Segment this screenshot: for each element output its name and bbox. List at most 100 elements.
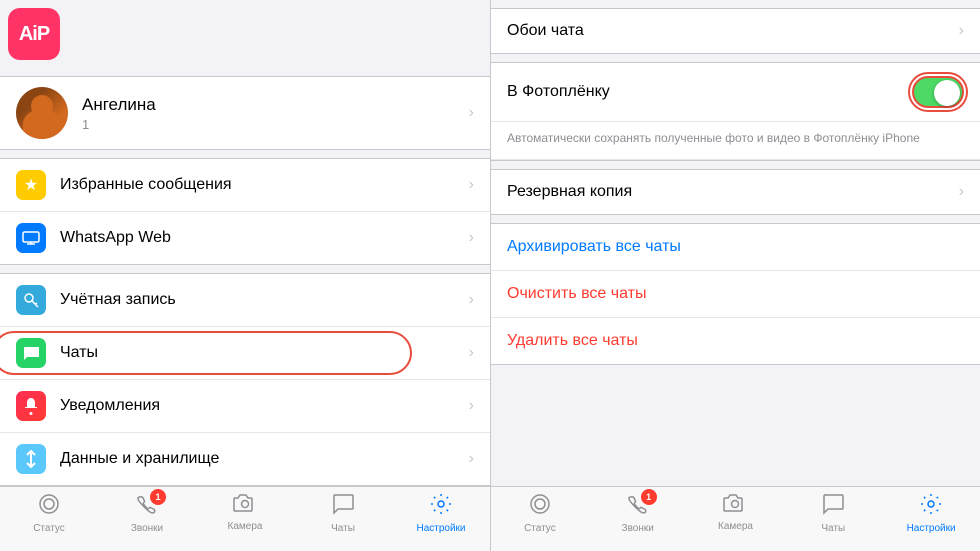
right-content: Обои чата › В Фотоплёнку Автоматически с… bbox=[491, 0, 980, 486]
wallpaper-item[interactable]: Обои чата › bbox=[491, 9, 980, 53]
camera-svg bbox=[233, 493, 257, 513]
toggle-knob bbox=[934, 80, 960, 106]
star-icon bbox=[24, 175, 38, 195]
archive-all-label: Архивировать все чаты bbox=[507, 238, 681, 256]
right-camera-icon bbox=[723, 493, 747, 519]
status-icon bbox=[38, 493, 60, 521]
chat-icon bbox=[22, 345, 40, 361]
tab-settings-label: Настройки bbox=[416, 523, 465, 534]
whatsapp-web-label: WhatsApp Web bbox=[60, 229, 469, 247]
right-tab-bar: Статус 1 Звонки Камера bbox=[491, 486, 980, 551]
account-item[interactable]: Учётная запись › bbox=[0, 274, 490, 327]
settings-icon bbox=[430, 493, 452, 521]
right-tab-status-label: Статус bbox=[524, 523, 556, 534]
tab-camera-label: Камера bbox=[228, 521, 263, 532]
starred-item[interactable]: Избранные сообщения › bbox=[0, 159, 490, 212]
save-photos-item[interactable]: В Фотоплёнку bbox=[491, 63, 980, 122]
key-icon bbox=[23, 292, 39, 308]
right-tab-chats[interactable]: Чаты bbox=[784, 493, 882, 534]
chats-tab-icon bbox=[332, 493, 354, 521]
key-icon-bg bbox=[16, 285, 46, 315]
chevron-icon: › bbox=[469, 344, 474, 362]
notifications-label: Уведомления bbox=[60, 397, 469, 415]
tab-camera[interactable]: Камера bbox=[196, 493, 294, 532]
right-chats-icon bbox=[822, 493, 844, 521]
tab-status-label: Статус bbox=[33, 523, 65, 534]
tab-calls-label: Звонки bbox=[131, 523, 163, 534]
settings-group-1: Избранные сообщения › WhatsApp Web › bbox=[0, 158, 490, 265]
profile-number: 1 bbox=[82, 117, 469, 132]
left-tab-bar: Статус 1 Звонки Камера bbox=[0, 486, 490, 551]
right-settings-svg bbox=[920, 493, 942, 515]
chats-item[interactable]: Чаты › bbox=[0, 327, 490, 380]
data-icon-bg bbox=[16, 444, 46, 474]
right-tab-chats-label: Чаты bbox=[821, 523, 845, 534]
save-photos-description: Автоматически сохранять полученные фото … bbox=[491, 122, 980, 160]
chevron-icon: › bbox=[959, 183, 964, 201]
delete-all-label: Удалить все чаты bbox=[507, 332, 638, 350]
tab-calls[interactable]: 1 Звонки bbox=[98, 493, 196, 534]
right-panel: Обои чата › В Фотоплёнку Автоматически с… bbox=[490, 0, 980, 551]
right-tab-camera-label: Камера bbox=[718, 521, 753, 532]
right-tab-settings-label: Настройки bbox=[907, 523, 956, 534]
data-label: Данные и хранилище bbox=[60, 450, 469, 468]
right-tab-camera[interactable]: Камера bbox=[687, 493, 785, 532]
save-photos-toggle-container bbox=[912, 76, 964, 108]
calls-icon: 1 bbox=[136, 493, 158, 521]
delete-all-item[interactable]: Удалить все чаты bbox=[491, 318, 980, 364]
tab-settings[interactable]: Настройки bbox=[392, 493, 490, 534]
action-section: Архивировать все чаты Очистить все чаты … bbox=[491, 223, 980, 365]
chevron-icon: › bbox=[469, 397, 474, 415]
left-panel: AiP Ангелина 1 › Избранные сообщения › bbox=[0, 0, 490, 551]
right-status-icon bbox=[529, 493, 551, 521]
status-svg bbox=[38, 493, 60, 515]
aip-logo: AiP bbox=[8, 8, 60, 60]
chevron-icon: › bbox=[469, 229, 474, 247]
right-calls-icon: 1 bbox=[627, 493, 649, 521]
backup-label: Резервная копия bbox=[507, 183, 959, 201]
chevron-icon: › bbox=[469, 104, 474, 122]
right-camera-svg bbox=[723, 493, 747, 513]
tab-chats[interactable]: Чаты bbox=[294, 493, 392, 534]
profile-avatar bbox=[16, 87, 68, 139]
profile-name: Ангелина bbox=[82, 95, 469, 115]
calls-badge: 1 bbox=[150, 489, 166, 505]
chevron-icon: › bbox=[959, 22, 964, 40]
tab-status[interactable]: Статус bbox=[0, 493, 98, 534]
right-tab-settings[interactable]: Настройки bbox=[882, 493, 980, 534]
desktop-icon bbox=[22, 231, 40, 245]
right-settings-icon bbox=[920, 493, 942, 521]
account-label: Учётная запись bbox=[60, 291, 469, 309]
chevron-icon: › bbox=[469, 176, 474, 194]
data-icon bbox=[24, 450, 38, 468]
chats-label: Чаты bbox=[60, 344, 469, 362]
wallpaper-label: Обои чата bbox=[507, 22, 959, 40]
right-calls-badge: 1 bbox=[641, 489, 657, 505]
data-item[interactable]: Данные и хранилище › bbox=[0, 433, 490, 485]
chat-icon-bg bbox=[16, 338, 46, 368]
notifications-item[interactable]: Уведомления › bbox=[0, 380, 490, 433]
profile-info: Ангелина 1 bbox=[82, 95, 469, 132]
right-tab-calls-label: Звонки bbox=[622, 523, 654, 534]
camera-icon bbox=[233, 493, 257, 519]
wallpaper-section: Обои чата › bbox=[491, 8, 980, 54]
clear-all-item[interactable]: Очистить все чаты bbox=[491, 271, 980, 318]
save-photos-label: В Фотоплёнку bbox=[507, 83, 912, 101]
star-icon-bg bbox=[16, 170, 46, 200]
backup-item[interactable]: Резервная копия › bbox=[491, 170, 980, 214]
whatsapp-web-item[interactable]: WhatsApp Web › bbox=[0, 212, 490, 264]
bell-icon-bg bbox=[16, 391, 46, 421]
settings-content: Ангелина 1 › Избранные сообщения › bbox=[0, 0, 490, 486]
profile-section[interactable]: Ангелина 1 › bbox=[0, 76, 490, 150]
starred-label: Избранные сообщения bbox=[60, 176, 469, 194]
archive-all-item[interactable]: Архивировать все чаты bbox=[491, 224, 980, 271]
save-photos-section: В Фотоплёнку Автоматически сохранять пол… bbox=[491, 62, 980, 161]
save-photos-toggle[interactable] bbox=[912, 76, 964, 108]
settings-svg bbox=[430, 493, 452, 515]
settings-group-2: Учётная запись › Чаты › bbox=[0, 273, 490, 486]
right-tab-calls[interactable]: 1 Звонки bbox=[589, 493, 687, 534]
backup-section: Резервная копия › bbox=[491, 169, 980, 215]
right-chats-svg bbox=[822, 493, 844, 515]
right-tab-status[interactable]: Статус bbox=[491, 493, 589, 534]
tab-chats-label: Чаты bbox=[331, 523, 355, 534]
